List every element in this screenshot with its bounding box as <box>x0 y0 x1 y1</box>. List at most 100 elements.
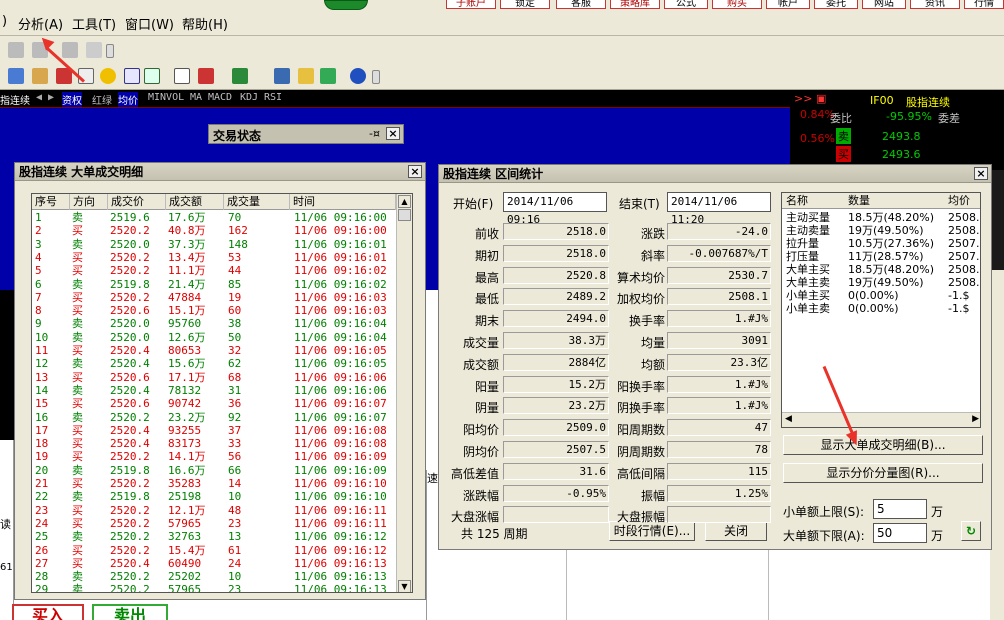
tab-ma[interactable]: MA <box>190 92 202 103</box>
sell-button[interactable]: 卖出 <box>92 604 168 620</box>
tab-avgprice[interactable]: 均价 <box>118 92 138 107</box>
table-row[interactable]: 29 卖 2520.2 57965 23 11/06 09:16:13 <box>32 583 412 592</box>
flag-icon[interactable]: ▣ <box>816 92 826 105</box>
table-row[interactable]: 10 卖 2520.0 12.6万 50 11/06 09:16:04 <box>32 331 412 344</box>
table-row[interactable]: 26 买 2520.2 15.4万 61 11/06 09:16:12 <box>32 544 412 557</box>
list-item[interactable]: 主动买量 18.5万(48.20%) 2508.1 <box>782 211 980 224</box>
tab-redgreen[interactable]: 红绿 <box>92 92 112 107</box>
table-row[interactable]: 20 卖 2519.8 16.6万 66 11/06 09:16:09 <box>32 464 412 477</box>
table-row[interactable]: 13 买 2520.6 17.1万 68 11/06 09:16:06 <box>32 371 412 384</box>
buy-button[interactable]: 买入 <box>12 604 84 620</box>
list-item[interactable]: 打压量 11万(28.57%) 2507.6 <box>782 250 980 263</box>
top-btn-website[interactable]: 网站 <box>862 0 906 9</box>
scroll-thumb[interactable] <box>398 209 411 221</box>
tab-kdj[interactable]: KDJ <box>240 92 258 103</box>
table-row[interactable]: 8 买 2520.6 15.1万 60 11/06 09:16:03 <box>32 304 412 317</box>
format-icon[interactable] <box>62 42 78 58</box>
scroll-up-icon[interactable]: ▲ <box>398 195 411 208</box>
expand-icon[interactable]: >> <box>794 92 812 105</box>
top-btn-subaccount[interactable]: 子账户 <box>446 0 496 9</box>
table-row[interactable]: 17 买 2520.4 93255 37 11/06 09:16:08 <box>32 424 412 437</box>
col-amount[interactable]: 成交额 <box>166 194 224 210</box>
menu-window[interactable]: 窗口(W) <box>125 14 174 33</box>
close-icon[interactable]: × <box>386 127 400 140</box>
close-icon[interactable]: × <box>408 165 422 178</box>
tab-rsi[interactable]: RSI <box>264 92 282 103</box>
stats-titlebar[interactable]: 股指连续 区间统计 × <box>439 165 991 183</box>
close-icon[interactable]: × <box>974 167 988 180</box>
table-row[interactable]: 27 买 2520.4 60490 24 11/06 09:16:13 <box>32 557 412 570</box>
small-limit-input[interactable]: 5 <box>873 499 927 519</box>
scroll-icon[interactable] <box>298 68 314 84</box>
col-price[interactable]: 成交价 <box>108 194 166 210</box>
formula-icon[interactable] <box>124 68 140 84</box>
table-row[interactable]: 18 买 2520.4 83173 33 11/06 09:16:08 <box>32 437 412 450</box>
detail-titlebar[interactable]: 股指连续 大单成交明细 × <box>15 163 425 181</box>
top-btn-service[interactable]: 客服 <box>556 0 606 9</box>
table-row[interactable]: 14 卖 2520.4 78132 31 11/06 09:16:06 <box>32 384 412 397</box>
table-row[interactable]: 6 卖 2519.8 21.4万 85 11/06 09:16:02 <box>32 278 412 291</box>
list-item[interactable]: 大单主买 18.5万(48.20%) 2508.1 <box>782 263 980 276</box>
table-row[interactable]: 12 卖 2520.4 15.6万 62 11/06 09:16:05 <box>32 357 412 370</box>
table-row[interactable]: 2 买 2520.2 40.8万 162 11/06 09:16:00 <box>32 224 412 237</box>
col-direction[interactable]: 方向 <box>70 194 108 210</box>
table-row[interactable]: 28 卖 2520.2 25202 10 11/06 09:16:13 <box>32 570 412 583</box>
show-large-detail-button[interactable]: 显示大单成交明细(B)... <box>783 435 983 455</box>
summary-col-name[interactable]: 名称 <box>786 193 808 209</box>
copy-icon[interactable] <box>32 68 48 84</box>
pin-icon[interactable]: -¤ <box>369 127 380 140</box>
scroll-right-icon[interactable]: ▶ <box>972 414 979 424</box>
summary-hscrollbar[interactable]: ◀ ▶ <box>782 412 980 427</box>
menu-analysis[interactable]: 分析(A) <box>18 14 63 33</box>
help-icon[interactable] <box>350 68 366 84</box>
table-row[interactable]: 11 买 2520.4 80653 32 11/06 09:16:05 <box>32 344 412 357</box>
table-row[interactable]: 22 卖 2519.8 25198 10 11/06 09:16:10 <box>32 490 412 503</box>
tab-macd[interactable]: MACD <box>208 92 232 103</box>
col-seq[interactable]: 序号 <box>32 194 70 210</box>
close-button[interactable]: 关闭 <box>705 521 767 541</box>
list-item[interactable]: 大单主卖 19万(49.50%) 2508.1 <box>782 276 980 289</box>
table-row[interactable]: 4 买 2520.2 13.4万 53 11/06 09:16:01 <box>32 251 412 264</box>
table-row[interactable]: 16 卖 2520.2 23.2万 92 11/06 09:16:07 <box>32 411 412 424</box>
summary-list[interactable]: 名称 数量 均价 主动买量 18.5万(48.20%) 2508.1 主动卖量 19万(… <box>781 192 981 428</box>
menu-tools[interactable]: 工具(T) <box>72 14 116 33</box>
table-row[interactable]: 23 买 2520.2 12.1万 48 11/06 09:16:11 <box>32 504 412 517</box>
table-row[interactable]: 3 卖 2520.0 37.3万 148 11/06 09:16:01 <box>32 238 412 251</box>
show-price-volume-button[interactable]: 显示分价分量图(R)... <box>783 463 983 483</box>
toolbar-overflow-icon[interactable] <box>106 44 114 58</box>
indent-icon[interactable] <box>8 42 24 58</box>
end-input[interactable]: 2014/11/06 11:20 <box>667 192 771 226</box>
monitor-icon[interactable] <box>274 68 290 84</box>
warning-icon[interactable] <box>100 68 116 84</box>
scroll-down-icon[interactable]: ▼ <box>398 580 411 592</box>
top-btn-account[interactable]: 帐户 <box>766 0 810 9</box>
trade-status-window[interactable]: 交易状态 -¤ × <box>208 124 404 144</box>
table-row[interactable]: 19 买 2520.2 14.1万 56 11/06 09:16:09 <box>32 450 412 463</box>
detail-table[interactable]: 序号 方向 成交价 成交额 成交量 时间 1 卖 2519.6 17.6万 70 11/0… <box>31 193 413 593</box>
top-btn-order[interactable]: 委托 <box>814 0 858 9</box>
large-limit-input[interactable]: 50 <box>873 523 927 543</box>
top-btn-strategy[interactable]: 策略库 <box>610 0 660 9</box>
top-btn-news[interactable]: 资讯 <box>910 0 960 9</box>
list-item[interactable]: 主动卖量 19万(49.50%) 2508.1 <box>782 224 980 237</box>
layout-icon[interactable] <box>232 68 248 84</box>
top-btn-quote[interactable]: 行情 <box>964 0 1004 9</box>
col-volume[interactable]: 成交量 <box>224 194 290 210</box>
table-row[interactable]: 1 卖 2519.6 17.6万 70 11/06 09:16:00 <box>32 211 412 224</box>
top-btn-lock[interactable]: 锁定 <box>500 0 550 9</box>
table-row[interactable]: 15 买 2520.6 90742 36 11/06 09:16:07 <box>32 397 412 410</box>
clear-icon[interactable] <box>86 42 102 58</box>
start-input[interactable]: 2014/11/06 09:16 <box>503 192 607 226</box>
summary-col-avg[interactable]: 均价 <box>948 193 970 209</box>
top-btn-formula[interactable]: 公式 <box>664 0 708 9</box>
top-btn-buy[interactable]: 购买 <box>712 0 762 9</box>
list-item[interactable]: 小单主卖 0(0.00%) -1.$ <box>782 302 980 315</box>
edit-icon[interactable] <box>8 68 24 84</box>
col-time[interactable]: 时间 <box>290 194 396 210</box>
table-row[interactable]: 5 买 2520.2 11.1万 44 11/06 09:16:02 <box>32 264 412 277</box>
table-row[interactable]: 9 卖 2520.0 95760 38 11/06 09:16:04 <box>32 317 412 330</box>
grid-icon[interactable] <box>174 68 190 84</box>
chart-icon[interactable] <box>144 68 160 84</box>
table-row[interactable]: 25 卖 2520.2 32763 13 11/06 09:16:12 <box>32 530 412 543</box>
toolbar-overflow-icon[interactable] <box>372 70 380 84</box>
